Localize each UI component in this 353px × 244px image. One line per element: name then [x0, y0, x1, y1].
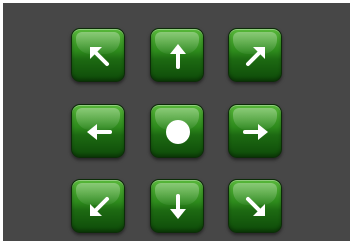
arrow-left-icon — [87, 124, 112, 140]
up-right-button[interactable] — [228, 28, 282, 82]
circle-icon — [166, 120, 190, 144]
right-button[interactable] — [228, 104, 282, 158]
arrow-down-icon — [170, 194, 186, 219]
arrow-right-icon — [243, 124, 268, 140]
up-button[interactable] — [150, 28, 204, 82]
down-button[interactable] — [150, 179, 204, 233]
center-button[interactable] — [150, 104, 204, 158]
arrow-up-icon — [170, 44, 186, 69]
arrow-down-left-icon — [90, 197, 109, 216]
left-button[interactable] — [71, 104, 125, 158]
control-panel — [3, 3, 350, 241]
down-right-button[interactable] — [228, 179, 282, 233]
direction-pad — [71, 28, 282, 233]
arrow-up-right-icon — [246, 47, 265, 66]
arrow-up-left-icon — [90, 47, 109, 66]
arrow-down-right-icon — [246, 197, 265, 216]
down-left-button[interactable] — [71, 179, 125, 233]
up-left-button[interactable] — [71, 28, 125, 82]
